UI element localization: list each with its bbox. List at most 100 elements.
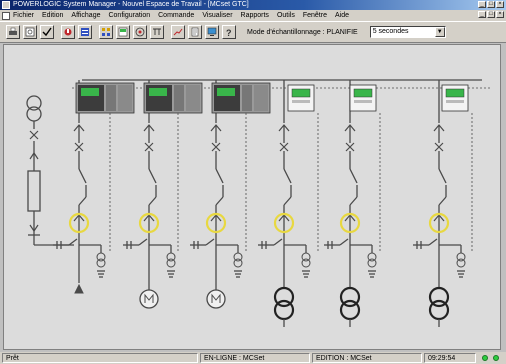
voltage-transformer-icon-2 xyxy=(301,258,311,268)
switch-blade-icon xyxy=(349,168,358,184)
svg-text:?: ? xyxy=(226,28,232,37)
load-transformer-secondary-icon[interactable] xyxy=(339,299,361,321)
transformer-primary-coil-icon xyxy=(26,95,42,111)
sampling-interval-value: 5 secondes xyxy=(372,28,409,35)
protection-relay-device[interactable] xyxy=(211,82,271,114)
circuit-breaker-x-icon xyxy=(29,130,39,140)
status-edition: EDITION : MCSet xyxy=(312,353,422,363)
menu-outils[interactable]: Outils xyxy=(277,12,295,19)
feeder-2 xyxy=(123,80,203,309)
chevron-down-icon[interactable]: ▼ xyxy=(434,27,445,37)
switch-blade-icon xyxy=(349,196,358,206)
sampling-interval-select[interactable]: 5 secondes ▼ xyxy=(369,26,446,38)
trend-icon[interactable] xyxy=(171,25,185,39)
switch-blade-icon xyxy=(438,196,447,206)
motor-icon[interactable] xyxy=(206,289,226,309)
menu-bar: Fichier Edition Affichage Configuration … xyxy=(0,10,506,21)
feeder-6 xyxy=(413,80,473,327)
status-time: 09:29:54 xyxy=(424,353,476,363)
title-bar: POWERLOGIC System Manager - Nouvel Espac… xyxy=(0,0,506,10)
diagram-view-icon[interactable] xyxy=(150,25,164,39)
menu-visualiser[interactable]: Visualiser xyxy=(202,12,232,19)
switch-blade-icon xyxy=(283,196,292,206)
incoming-feeder xyxy=(26,95,74,246)
document-icon[interactable] xyxy=(2,11,10,20)
status-led-icon-2 xyxy=(493,355,499,361)
earth-switch-blade-icon xyxy=(138,238,148,246)
load-transformer-secondary-icon[interactable] xyxy=(428,299,450,321)
meter-keypad xyxy=(292,100,310,103)
grid-view-icon[interactable] xyxy=(99,25,113,39)
voltage-transformer-icon-2 xyxy=(233,258,243,268)
doc-close-button[interactable]: × xyxy=(496,11,504,18)
power-meter-device[interactable] xyxy=(287,84,315,112)
screen-icon[interactable] xyxy=(205,25,219,39)
target-icon[interactable] xyxy=(133,25,147,39)
menu-configuration[interactable]: Configuration xyxy=(108,12,150,19)
print-icon[interactable] xyxy=(6,25,20,39)
relay-module-2 xyxy=(118,85,132,111)
circuit-breaker-x-icon xyxy=(434,142,444,152)
doc-restore-button[interactable]: □ xyxy=(487,11,495,18)
ground-arrow-icon xyxy=(74,283,84,294)
menu-rapports[interactable]: Rapports xyxy=(241,12,269,19)
relay-module-2 xyxy=(254,85,268,111)
voltage-transformer-icon-2 xyxy=(96,258,106,268)
table-view-icon[interactable] xyxy=(78,25,92,39)
check-icon[interactable] xyxy=(40,25,54,39)
circuit-breaker-x-icon xyxy=(144,142,154,152)
status-led-icon xyxy=(482,355,488,361)
voltage-transformer-icon-2 xyxy=(367,258,377,268)
relay-display-screen xyxy=(81,88,99,96)
power-meter-device[interactable] xyxy=(441,84,469,112)
circuit-breaker-x-icon xyxy=(74,142,84,152)
switch-blade-icon xyxy=(283,168,292,184)
window-controls: _ □ × xyxy=(478,1,504,8)
maximize-button[interactable]: □ xyxy=(487,1,495,8)
single-line-diagram-view xyxy=(3,44,501,350)
report-icon[interactable] xyxy=(188,25,202,39)
minimize-button[interactable]: _ xyxy=(478,1,486,8)
alarm-icon[interactable] xyxy=(61,25,75,39)
meter-keypad xyxy=(446,100,464,103)
menu-fichier[interactable]: Fichier xyxy=(13,12,34,19)
protection-relay-device[interactable] xyxy=(143,82,203,114)
close-button[interactable]: × xyxy=(496,1,504,8)
earth-switch-blade-icon xyxy=(273,238,283,246)
switch-blade-icon xyxy=(148,196,157,206)
open-device-icon[interactable] xyxy=(23,25,37,39)
load-transformer-secondary-icon[interactable] xyxy=(273,299,295,321)
switch-blade-icon xyxy=(78,168,87,184)
circuit-breaker-x-icon xyxy=(279,142,289,152)
meter-display-screen xyxy=(445,88,465,98)
earth-switch-blade-icon xyxy=(428,238,438,246)
help-icon[interactable]: ? xyxy=(222,25,236,39)
document-window-controls: _ □ × xyxy=(478,11,504,18)
menu-aide[interactable]: Aide xyxy=(335,12,349,19)
menu-edition[interactable]: Edition xyxy=(42,12,63,19)
relay-module xyxy=(106,85,116,111)
status-ready: Prêt xyxy=(2,353,198,363)
protection-relay-device[interactable] xyxy=(75,82,135,114)
feeder-1 xyxy=(53,80,135,294)
relay-display-screen xyxy=(217,88,235,96)
menu-affichage[interactable]: Affichage xyxy=(71,12,100,19)
circuit-breaker-x-icon xyxy=(211,142,221,152)
toolbar: ? Mode d'échantillonnage : PLANIFIE 5 se… xyxy=(0,21,506,43)
relay-module-2 xyxy=(186,85,200,111)
feeder-5 xyxy=(324,80,381,327)
menu-fenetre[interactable]: Fenêtre xyxy=(303,12,327,19)
switch-blade-icon xyxy=(438,168,447,184)
relay-display-screen xyxy=(149,88,167,96)
meter-display-screen xyxy=(291,88,311,98)
transformer-secondary-coil-icon xyxy=(26,106,42,122)
power-meter-device[interactable] xyxy=(349,84,377,112)
motor-icon[interactable] xyxy=(139,289,159,309)
doc-minimize-button[interactable]: _ xyxy=(478,11,486,18)
switch-blade-icon xyxy=(215,168,224,184)
meter-display-screen xyxy=(353,88,373,98)
switch-blade-icon xyxy=(78,196,87,206)
meter-view-icon[interactable] xyxy=(116,25,130,39)
menu-commande[interactable]: Commande xyxy=(158,12,194,19)
voltage-transformer-icon-2 xyxy=(166,258,176,268)
